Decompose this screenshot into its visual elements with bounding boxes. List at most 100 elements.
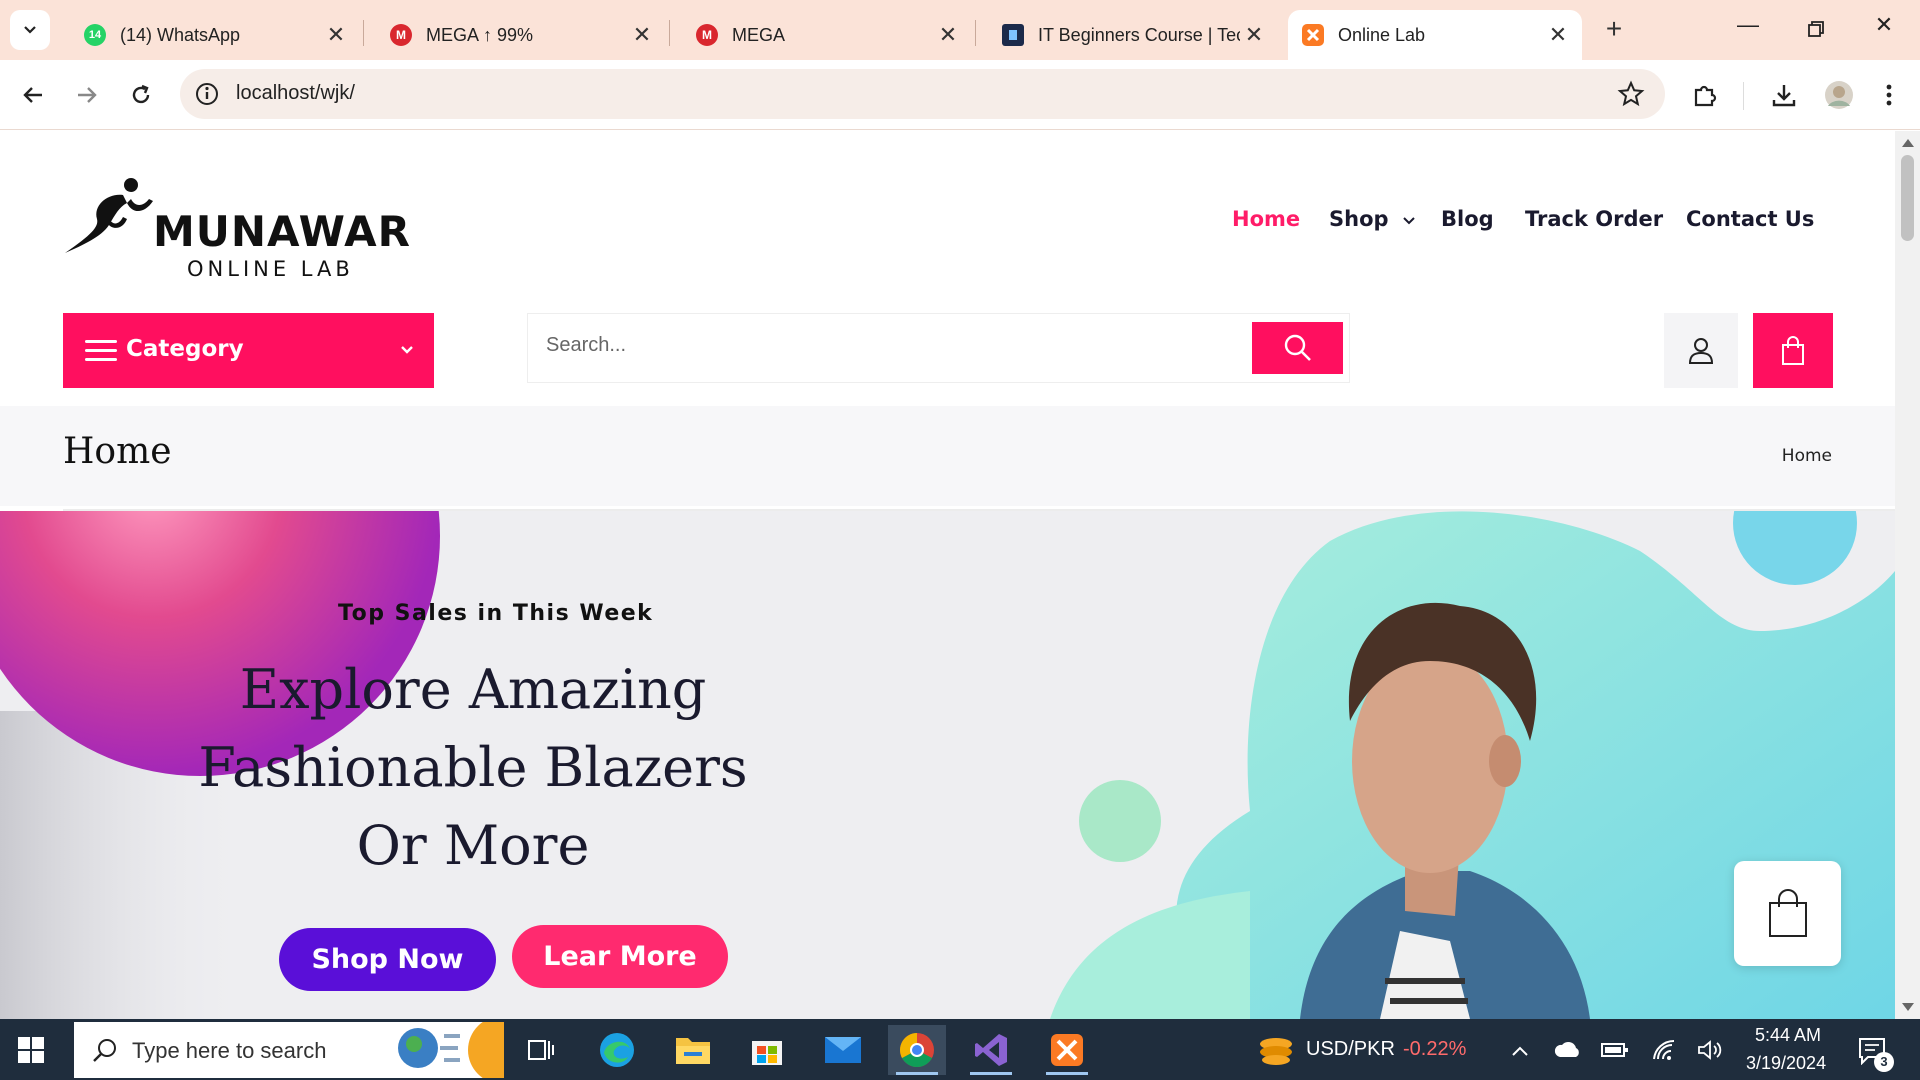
tab-mega[interactable]: M MEGA ✕ [682,10,972,60]
windows-start-icon[interactable] [18,1037,44,1063]
search-highlight-icon [398,1022,504,1078]
page-header: Home Home [0,406,1895,506]
wifi-icon[interactable] [1652,1039,1678,1061]
scroll-thumb[interactable] [1901,155,1914,241]
hero-banner: Top Sales in This Week Explore Amazing F… [0,511,1895,1019]
cart-button[interactable] [1753,313,1833,388]
reload-button[interactable] [124,78,158,112]
decorative-dot [1079,780,1161,862]
restore-button[interactable] [1796,12,1836,48]
close-icon[interactable]: ✕ [1544,22,1572,48]
currency-change: -0.22% [1403,1038,1467,1060]
tab-it-course[interactable]: IT Beginners Course | Tec ✕ [988,10,1278,60]
search-button[interactable] [1252,322,1343,374]
address-bar[interactable]: localhost/wjk/ [180,69,1665,119]
nav-home[interactable]: Home [1232,207,1300,231]
clock-time[interactable]: 5:44 AM [1755,1025,1821,1046]
learn-more-button[interactable]: Lear More [512,925,728,988]
user-icon [1688,337,1714,364]
taskbar-mail[interactable] [814,1025,872,1075]
category-dropdown-button[interactable]: Category [63,313,434,388]
taskbar-chrome[interactable] [888,1025,946,1075]
page-viewport: MUNAWAR ONLINE LAB Home Shop Blog Track … [0,131,1895,1019]
hero-subtitle: Top Sales in This Week [338,601,654,626]
account-button[interactable] [1664,313,1738,388]
shopping-bag-icon [1782,335,1804,365]
shop-now-button[interactable]: Shop Now [279,928,496,991]
floating-cart-button[interactable] [1734,861,1841,966]
url-text[interactable]: localhost/wjk/ [236,82,355,105]
browser-menu-button[interactable] [1872,78,1906,112]
taskbar-search[interactable] [74,1022,504,1078]
taskbar-search-input[interactable] [132,1038,372,1064]
nav-track-order[interactable]: Track Order [1525,207,1663,231]
chevron-up-icon[interactable] [1511,1045,1529,1057]
product-search [527,313,1350,383]
forward-arrow-icon [78,87,97,103]
scroll-up-arrow-icon[interactable] [1902,139,1914,147]
nav-blog[interactable]: Blog [1441,207,1494,231]
close-icon[interactable]: ✕ [628,22,656,48]
breadcrumb[interactable]: Home [1782,446,1832,466]
tab-search-button[interactable] [10,10,50,50]
downloads-button[interactable] [1767,78,1801,112]
forward-button[interactable] [70,78,104,112]
taskbar-visual-studio[interactable] [962,1025,1020,1075]
hero-title: Explore Amazing Fashionable Blazers Or M… [163,651,783,885]
bookmark-star-icon[interactable] [1617,80,1645,108]
battery-icon[interactable] [1601,1041,1629,1059]
currency-widget-icon[interactable] [1256,1032,1296,1068]
reload-icon [132,84,150,104]
close-icon[interactable]: ✕ [1240,22,1268,48]
tab-title: IT Beginners Course | Tec [1038,24,1240,45]
tab-mega-upload[interactable]: M MEGA ↑ 99% ✕ [376,10,666,60]
close-icon[interactable]: ✕ [322,22,350,48]
tab-divider [975,20,976,46]
taskbar-edge[interactable] [588,1025,646,1075]
hero-title-line: Fashionable Blazers [198,736,748,799]
tab-divider [363,20,364,46]
extensions-button[interactable] [1688,78,1722,112]
browser-toolbar: localhost/wjk/ [0,60,1920,130]
onedrive-icon[interactable] [1554,1041,1582,1059]
visual-studio-icon [975,1034,1007,1066]
page-scrollbar[interactable] [1895,131,1920,1019]
site-info-icon[interactable] [194,81,220,107]
close-icon[interactable]: ✕ [934,22,962,48]
decorative-dot [1733,511,1857,585]
mail-icon [825,1037,861,1063]
scroll-down-arrow-icon[interactable] [1902,1003,1914,1011]
taskbar-file-explorer[interactable] [664,1025,722,1075]
browser-tab-bar: 14 (14) WhatsApp ✕ M MEGA ↑ 99% ✕ M MEGA… [0,0,1920,60]
nav-shop[interactable]: Shop [1329,207,1416,231]
category-label: Category [126,336,244,362]
back-button[interactable] [16,78,50,112]
back-arrow-icon [23,87,42,103]
nav-shop-label: Shop [1329,207,1389,231]
minimize-button[interactable]: — [1728,12,1768,48]
site-logo[interactable]: MUNAWAR ONLINE LAB [63,175,410,281]
mega-icon: M [390,24,412,46]
currency-pair[interactable]: USD/PKR [1306,1038,1395,1061]
brand-name: MUNAWAR [153,207,411,256]
taskbar-store[interactable] [738,1025,796,1075]
profile-avatar[interactable] [1822,78,1856,112]
clock-date[interactable]: 3/19/2024 [1746,1053,1826,1074]
tab-whatsapp[interactable]: 14 (14) WhatsApp ✕ [70,10,360,60]
tab-title: Online Lab [1338,24,1426,45]
notification-count-badge: 3 [1874,1052,1894,1072]
folder-icon [676,1038,710,1064]
chevron-down-icon [24,26,36,34]
chevron-down-icon [1403,217,1415,225]
task-view-button[interactable] [512,1025,570,1075]
tab-online-lab[interactable]: Online Lab ✕ [1288,10,1582,60]
close-window-button[interactable]: ✕ [1864,12,1904,48]
new-tab-button[interactable]: + [1598,14,1630,46]
search-input[interactable] [546,334,1106,357]
tab-title: (14) WhatsApp [120,24,241,45]
volume-icon[interactable] [1697,1039,1723,1061]
toolbar-divider [1743,82,1744,110]
brand-subtitle: ONLINE LAB [187,257,354,281]
taskbar-xampp[interactable] [1038,1025,1096,1075]
nav-contact-us[interactable]: Contact Us [1686,207,1814,231]
